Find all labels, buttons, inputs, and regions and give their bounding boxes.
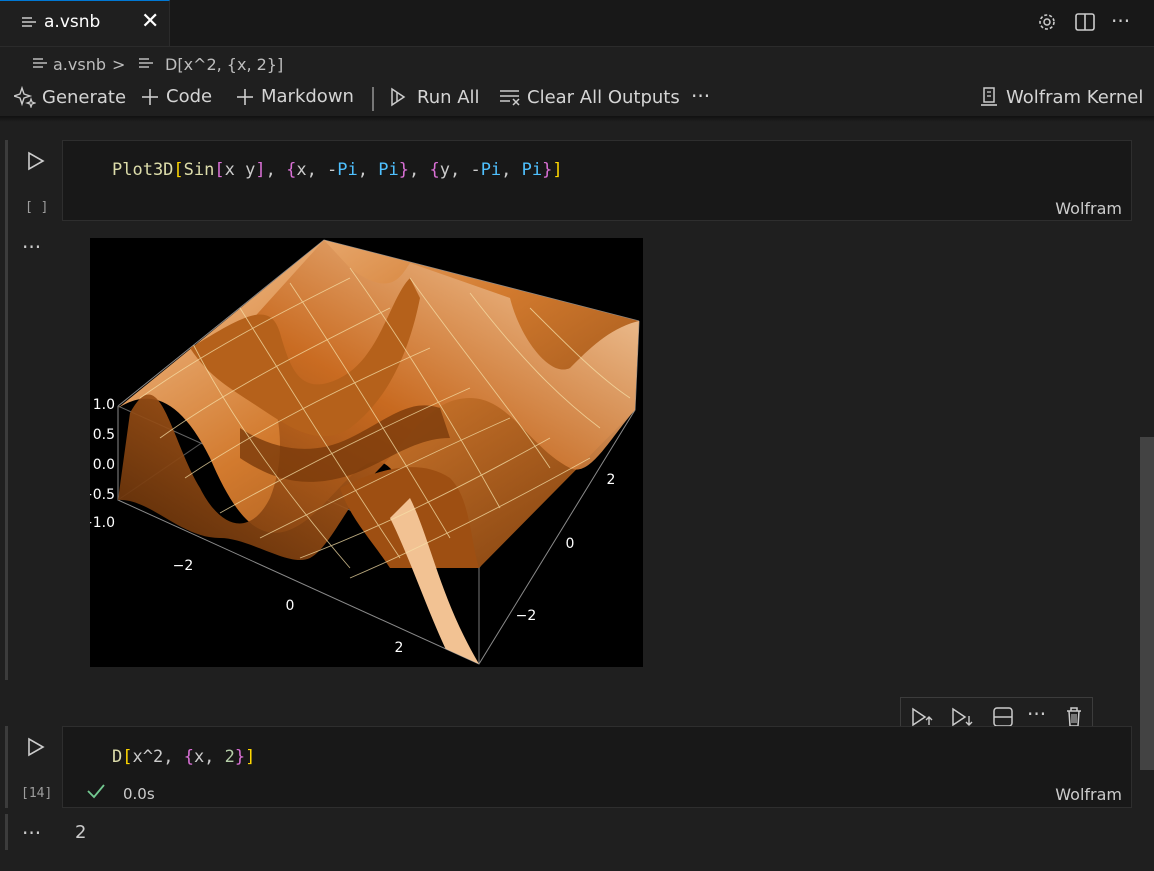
y-tick-label: −2 [516,608,537,624]
kernel-icon [978,86,1000,108]
more-icon[interactable]: ··· [691,84,710,108]
x-tick-label: −2 [173,558,194,574]
notebook-icon [33,58,47,70]
z-tick-label: −0.5 [90,487,115,503]
plus-icon [235,87,255,107]
split-editor-icon[interactable] [1074,11,1096,33]
execution-count: [ ] [25,200,49,215]
sparkle-icon [14,86,36,108]
breadcrumb-cell[interactable]: D[x^2, {x, 2}] [165,55,283,74]
close-icon[interactable]: ✕ [141,9,159,34]
markdown-label: Markdown [261,86,354,107]
tab-a-vsnb[interactable]: a.vsnb ✕ [0,0,170,46]
code-line[interactable]: Plot3D[Sin[x y], {x, -Pi, Pi}, {y, -Pi, … [112,160,563,180]
kernel-label: Wolfram Kernel [1006,86,1144,108]
execution-count: [14] [21,786,53,801]
breadcrumb-file[interactable]: a.vsnb [53,55,106,74]
clear-outputs-icon [499,86,521,108]
z-tick-label: 0.0 [93,457,115,473]
add-markdown-button[interactable]: Markdown [235,86,354,107]
z-tick-label: 0.5 [93,427,115,443]
cell-focus-bar [5,726,8,808]
generate-button[interactable]: Generate [14,86,126,108]
code-editor[interactable]: D[x^2, {x, 2}] 0.0s Wolfram [62,726,1132,808]
output-more-icon[interactable]: ··· [22,821,41,845]
z-tick-label: −1.0 [90,515,115,531]
more-actions-icon[interactable]: ··· [1111,9,1130,33]
toolbar-shadow [0,116,1154,122]
kernel-picker[interactable]: Wolfram Kernel [978,86,1143,108]
plot3d-surface: 1.0 0.5 0.0 −0.5 −1.0 −2 0 2 2 0 −2 [90,239,640,665]
output-focus-bar [5,814,8,850]
code-line[interactable]: D[x^2, {x, 2}] [112,747,255,767]
y-tick-label: 2 [607,472,616,488]
plus-icon [140,87,160,107]
run-cell-icon[interactable] [26,150,46,172]
tab-title: a.vsnb [44,12,101,32]
z-tick-label: 1.0 [93,397,115,413]
run-all-icon [389,86,411,108]
scrollbar-thumb[interactable] [1140,437,1154,770]
tab-strip: a.vsnb ✕ ··· [0,0,1154,47]
cell-focus-bar [5,140,8,680]
x-tick-label: 2 [395,640,404,656]
generate-label: Generate [42,86,127,108]
run-all-label: Run All [417,86,480,108]
clear-outputs-label: Clear All Outputs [527,86,680,108]
run-all-button[interactable]: Run All [389,86,480,108]
cell-icon [139,58,153,70]
toolbar-divider [372,87,374,111]
notebook-icon [22,17,36,29]
cell-output: 2 [75,822,87,843]
add-code-button[interactable]: Code [140,86,212,107]
code-editor[interactable]: Plot3D[Sin[x y], {x, -Pi, Pi}, {y, -Pi, … [62,140,1132,221]
execution-time: 0.0s [123,785,155,803]
plot3d-output: 1.0 0.5 0.0 −0.5 −1.0 −2 0 2 2 0 −2 [90,238,643,667]
run-cell-icon[interactable] [26,736,46,758]
clear-outputs-button[interactable]: Clear All Outputs [499,86,680,108]
output-more-icon[interactable]: ··· [22,235,41,259]
code-label: Code [166,86,213,107]
cell-language[interactable]: Wolfram [1055,199,1122,218]
cell-language[interactable]: Wolfram [1055,785,1122,804]
cell-more-icon[interactable]: ··· [1027,702,1046,726]
y-tick-label: 0 [566,536,575,552]
x-tick-label: 0 [286,598,295,614]
chevron-right-icon: > [112,55,126,74]
check-icon [87,783,105,799]
gear-icon[interactable] [1036,11,1058,33]
